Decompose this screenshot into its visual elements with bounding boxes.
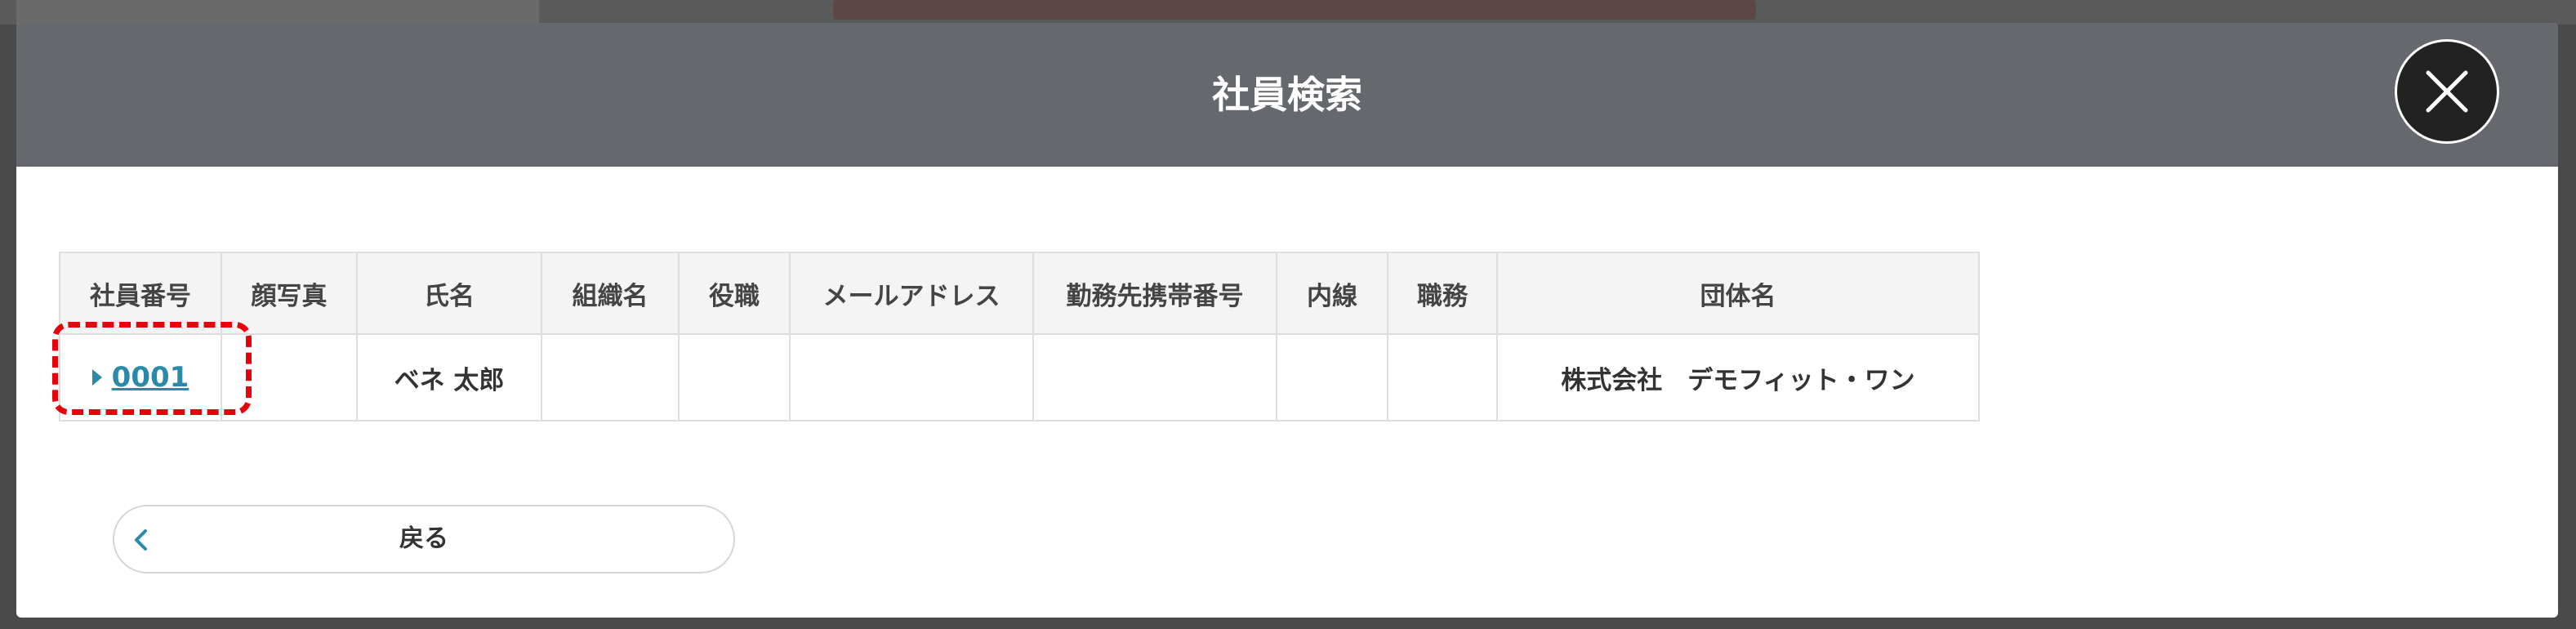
column-header-work-mobile: 勤務先携帯番号 <box>1032 252 1277 335</box>
employee-number-link[interactable]: 0001 <box>91 361 189 394</box>
column-header-group-name: 団体名 <box>1496 252 1980 335</box>
column-header-duty: 職務 <box>1387 252 1498 335</box>
modal-header: 社員検索 <box>16 23 2558 167</box>
cell-work-mobile <box>1032 333 1277 422</box>
cell-group-name: 株式会社 デモフィット・ワン <box>1496 333 1980 422</box>
employee-results-table: 社員番号 顔写真 氏名 組織名 役職 メールアドレス 勤務先携帯番号 内線 職務… <box>59 252 1980 422</box>
table-row: 0001 ベネ 太郎 株式会社 デモフィット・ワン <box>59 333 1980 422</box>
column-header-email: メールアドレス <box>789 252 1034 335</box>
table-header-row: 社員番号 顔写真 氏名 組織名 役職 メールアドレス 勤務先携帯番号 内線 職務… <box>59 252 1980 335</box>
cell-employee-no: 0001 <box>59 333 222 422</box>
close-icon <box>2426 70 2468 113</box>
cell-position <box>678 333 791 422</box>
cell-name: ベネ 太郎 <box>356 333 542 422</box>
cell-photo <box>221 333 358 422</box>
column-header-organization: 組織名 <box>541 252 680 335</box>
cell-email <box>789 333 1034 422</box>
column-header-extension: 内線 <box>1276 252 1388 335</box>
cell-extension <box>1276 333 1388 422</box>
close-button[interactable] <box>2395 39 2499 144</box>
employee-number-text: 0001 <box>111 361 189 394</box>
column-header-position: 役職 <box>678 252 791 335</box>
modal-title: 社員検索 <box>1212 73 1362 117</box>
cell-duty <box>1387 333 1498 422</box>
column-header-name: 氏名 <box>356 252 542 335</box>
background-field <box>833 0 1756 20</box>
column-header-employee-no: 社員番号 <box>59 252 222 335</box>
cell-organization <box>541 333 680 422</box>
column-header-photo: 顔写真 <box>221 252 358 335</box>
employee-search-modal: 社員検索 社員番号 顔写真 氏名 組織名 役職 メールアドレス 勤務先携帯番号 … <box>16 23 2558 618</box>
background-panel <box>16 0 539 25</box>
caret-right-icon <box>91 369 102 386</box>
back-button-label: 戻る <box>399 524 448 553</box>
back-button[interactable]: 戻る <box>113 505 735 573</box>
